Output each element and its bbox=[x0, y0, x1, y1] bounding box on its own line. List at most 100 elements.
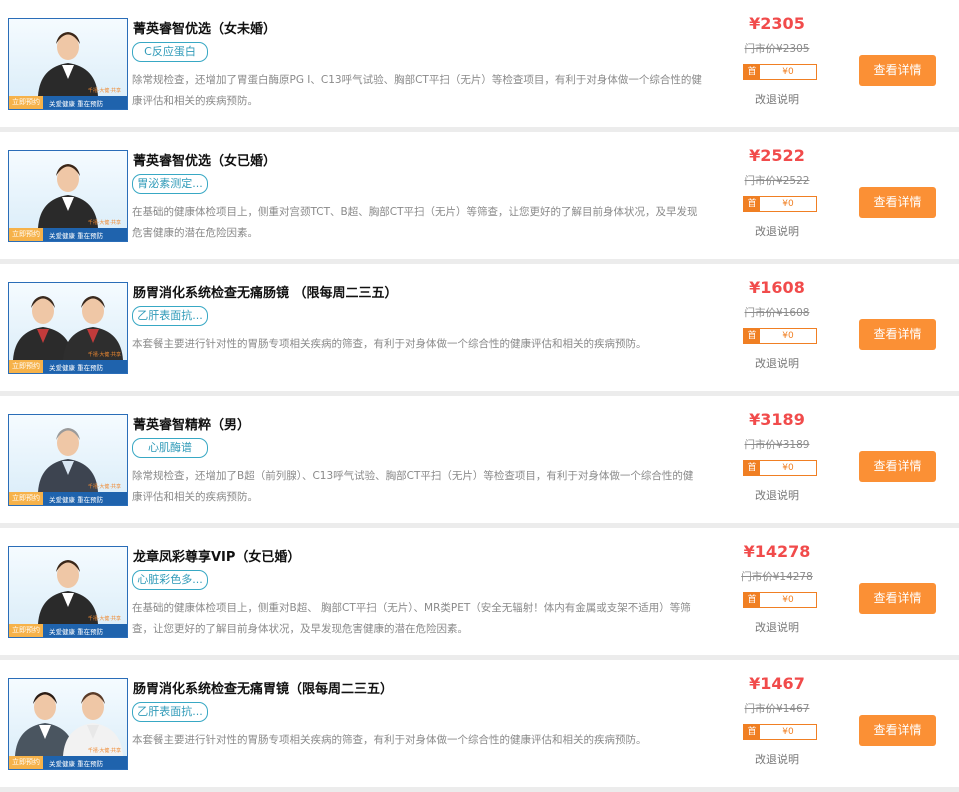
coupon-first-label: 首 bbox=[744, 197, 760, 211]
exam-item-chip[interactable]: 乙肝表面抗... bbox=[132, 702, 208, 722]
package-price: ¥1608 bbox=[749, 278, 805, 297]
package-thumbnail[interactable]: 千禧·大健·共享 立即预约 关爱健康 重在预防 bbox=[8, 678, 128, 770]
thumbnail-fineprint: 千禧·大健·共享 bbox=[87, 484, 121, 490]
package-thumbnail[interactable]: 千禧·大健·共享 立即预约 关爱健康 重在预防 bbox=[8, 18, 128, 110]
coupon-amount: ¥0 bbox=[782, 67, 794, 77]
market-price: 门市价¥1467 bbox=[744, 703, 810, 715]
package-description: 在基础的健康体检项目上，侧重对宫颈TCT、B超、胸部CT平扫（无片）等筛查，让您… bbox=[132, 206, 698, 239]
package-thumbnail[interactable]: 千禧·大健·共享 立即预约 关爱健康 重在预防 bbox=[8, 546, 128, 638]
person-illustration bbox=[38, 560, 98, 624]
refund-policy-link[interactable]: 改退说明 bbox=[702, 487, 852, 503]
exam-item-chip[interactable]: 心脏彩色多... bbox=[132, 570, 208, 590]
coupon-amount: ¥0 bbox=[782, 199, 794, 209]
package-item: 千禧·大健·共享 立即预约 关爱健康 重在预防 菁英睿智精粹（男） 心肌酶谱 除… bbox=[0, 396, 959, 528]
coupon-first-label: 首 bbox=[744, 461, 760, 475]
package-title[interactable]: 肠胃消化系统检查无痛肠镜 （限每周二三五） bbox=[133, 282, 398, 301]
first-order-coupon: 首 ¥0 bbox=[743, 328, 817, 344]
first-order-coupon: 首 ¥0 bbox=[743, 460, 817, 476]
market-price: 门市价¥1608 bbox=[744, 307, 810, 319]
thumbnail-slogan: 关爱健康 重在预防 bbox=[49, 759, 104, 768]
market-price: 门市价¥3189 bbox=[744, 439, 810, 451]
coupon-first-label: 首 bbox=[744, 329, 760, 343]
refund-policy-link[interactable]: 改退说明 bbox=[702, 355, 852, 371]
book-now-tag: 立即预约 bbox=[9, 492, 43, 505]
thumbnail-fineprint: 千禧·大健·共享 bbox=[87, 88, 121, 94]
market-price: 门市价¥2305 bbox=[744, 43, 810, 55]
package-title[interactable]: 菁英睿智精粹（男） bbox=[133, 414, 250, 433]
package-item: 千禧·大健·共享 立即预约 关爱健康 重在预防 菁英睿智优选（女未婚） C反应蛋… bbox=[0, 0, 959, 132]
package-price: ¥2305 bbox=[749, 14, 805, 33]
person-illustration bbox=[38, 164, 98, 228]
thumbnail-fineprint: 千禧·大健·共享 bbox=[87, 748, 121, 754]
coupon-first-label: 首 bbox=[744, 65, 760, 79]
first-order-coupon: 首 ¥0 bbox=[743, 64, 817, 80]
thumbnail-slogan: 关爱健康 重在预防 bbox=[49, 627, 104, 636]
package-thumbnail[interactable]: 千禧·大健·共享 立即预约 关爱健康 重在预防 bbox=[8, 282, 128, 374]
package-price: ¥1467 bbox=[749, 674, 805, 693]
package-description: 除常规检查，还增加了B超（前列腺）、C13呼气试验、胸部CT平扫（无片）等检查项… bbox=[132, 470, 694, 503]
refund-policy-link[interactable]: 改退说明 bbox=[702, 223, 852, 239]
package-title[interactable]: 肠胃消化系统检查无痛胃镜（限每周二三五） bbox=[133, 678, 393, 697]
market-price: 门市价¥14278 bbox=[741, 571, 813, 583]
view-details-button[interactable]: 查看详情 bbox=[859, 319, 936, 350]
package-description: 本套餐主要进行针对性的胃肠专项相关疾病的筛查，有利于对身体做一个综合性的健康评估… bbox=[132, 338, 647, 350]
exam-item-chip[interactable]: C反应蛋白 bbox=[132, 42, 208, 62]
view-details-button[interactable]: 查看详情 bbox=[859, 715, 936, 746]
package-description: 本套餐主要进行针对性的胃肠专项相关疾病的筛查，有利于对身体做一个综合性的健康评估… bbox=[132, 734, 647, 746]
first-order-coupon: 首 ¥0 bbox=[743, 196, 817, 212]
book-now-tag: 立即预约 bbox=[9, 756, 43, 769]
thumbnail-fineprint: 千禧·大健·共享 bbox=[87, 616, 121, 622]
market-price: 门市价¥2522 bbox=[744, 175, 810, 187]
thumbnail-banner: 立即预约 关爱健康 重在预防 bbox=[9, 96, 127, 109]
person-illustration bbox=[38, 32, 98, 96]
coupon-first-label: 首 bbox=[744, 593, 760, 607]
package-thumbnail[interactable]: 千禧·大健·共享 立即预约 关爱健康 重在预防 bbox=[8, 150, 128, 242]
person-illustration bbox=[38, 428, 98, 492]
book-now-tag: 立即预约 bbox=[9, 360, 43, 373]
coupon-amount: ¥0 bbox=[782, 331, 794, 341]
thumbnail-banner: 立即预约 关爱健康 重在预防 bbox=[9, 624, 127, 637]
thumbnail-banner: 立即预约 关爱健康 重在预防 bbox=[9, 492, 127, 505]
thumbnail-slogan: 关爱健康 重在预防 bbox=[49, 231, 104, 240]
package-price: ¥3189 bbox=[749, 410, 805, 429]
package-title[interactable]: 龙章凤彩尊享VIP（女已婚） bbox=[133, 546, 300, 565]
exam-item-chip[interactable]: 乙肝表面抗... bbox=[132, 306, 208, 326]
view-details-button[interactable]: 查看详情 bbox=[859, 451, 936, 482]
book-now-tag: 立即预约 bbox=[9, 228, 43, 241]
package-item: 千禧·大健·共享 立即预约 关爱健康 重在预防 龙章凤彩尊享VIP（女已婚） 心… bbox=[0, 528, 959, 660]
refund-policy-link[interactable]: 改退说明 bbox=[702, 619, 852, 635]
package-title[interactable]: 菁英睿智优选（女已婚） bbox=[133, 150, 276, 169]
thumbnail-banner: 立即预约 关爱健康 重在预防 bbox=[9, 228, 127, 241]
exam-item-chip[interactable]: 心肌酶谱 bbox=[132, 438, 208, 458]
person-illustration bbox=[13, 296, 123, 360]
first-order-coupon: 首 ¥0 bbox=[743, 724, 817, 740]
thumbnail-banner: 立即预约 关爱健康 重在预防 bbox=[9, 756, 127, 769]
coupon-first-label: 首 bbox=[744, 725, 760, 739]
thumbnail-banner: 立即预约 关爱健康 重在预防 bbox=[9, 360, 127, 373]
package-price: ¥2522 bbox=[749, 146, 805, 165]
package-item: 千禧·大健·共享 立即预约 关爱健康 重在预防 肠胃消化系统检查无痛肠镜 （限每… bbox=[0, 264, 959, 396]
view-details-button[interactable]: 查看详情 bbox=[859, 187, 936, 218]
coupon-amount: ¥0 bbox=[782, 595, 794, 605]
person-illustration bbox=[15, 692, 123, 756]
coupon-amount: ¥0 bbox=[782, 727, 794, 737]
package-description: 在基础的健康体检项目上，侧重对B超、 胸部CT平扫（无片）、MR类PET（安全无… bbox=[132, 602, 691, 635]
thumbnail-slogan: 关爱健康 重在预防 bbox=[49, 495, 104, 504]
package-description: 除常规检查，还增加了胃蛋白酶原PG Ⅰ、C13呼气试验、胸部CT平扫（无片）等检… bbox=[132, 74, 702, 107]
view-details-button[interactable]: 查看详情 bbox=[859, 55, 936, 86]
package-title[interactable]: 菁英睿智优选（女未婚） bbox=[133, 18, 276, 37]
coupon-amount: ¥0 bbox=[782, 463, 794, 473]
refund-policy-link[interactable]: 改退说明 bbox=[702, 751, 852, 767]
package-thumbnail[interactable]: 千禧·大健·共享 立即预约 关爱健康 重在预防 bbox=[8, 414, 128, 506]
thumbnail-fineprint: 千禧·大健·共享 bbox=[87, 220, 121, 226]
book-now-tag: 立即预约 bbox=[9, 624, 43, 637]
exam-item-chip[interactable]: 胃泌素测定... bbox=[132, 174, 208, 194]
package-list: 千禧·大健·共享 立即预约 关爱健康 重在预防 菁英睿智优选（女未婚） C反应蛋… bbox=[0, 0, 959, 792]
book-now-tag: 立即预约 bbox=[9, 96, 43, 109]
thumbnail-fineprint: 千禧·大健·共享 bbox=[87, 352, 121, 358]
package-item: 千禧·大健·共享 立即预约 关爱健康 重在预防 肠胃消化系统检查无痛胃镜（限每周… bbox=[0, 660, 959, 792]
thumbnail-slogan: 关爱健康 重在预防 bbox=[49, 99, 104, 108]
thumbnail-slogan: 关爱健康 重在预防 bbox=[49, 363, 104, 372]
view-details-button[interactable]: 查看详情 bbox=[859, 583, 936, 614]
refund-policy-link[interactable]: 改退说明 bbox=[702, 91, 852, 107]
